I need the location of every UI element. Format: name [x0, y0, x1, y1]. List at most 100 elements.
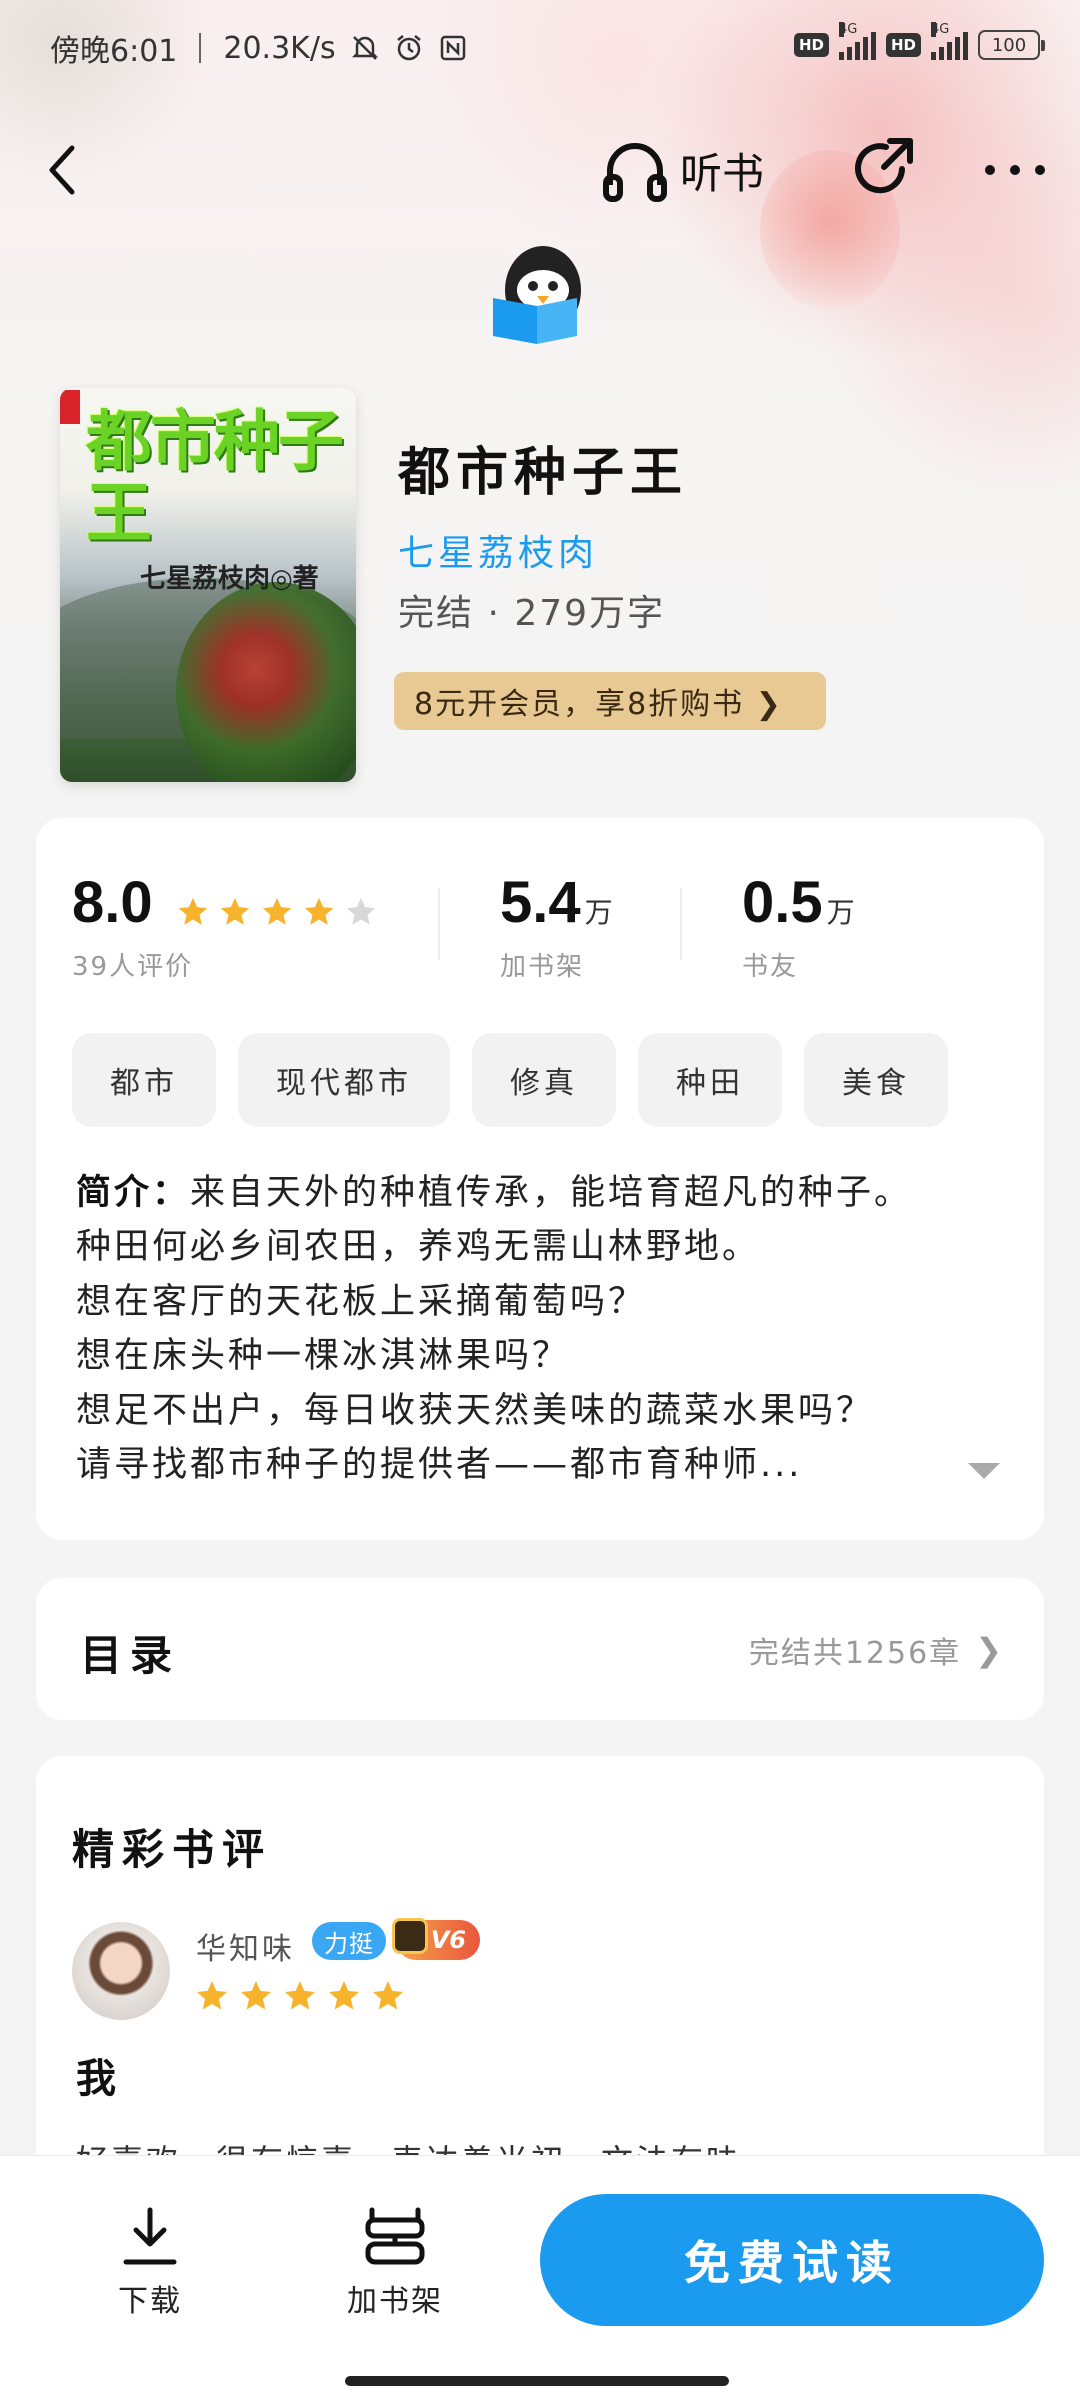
- book-word-count: 279万字: [514, 593, 666, 634]
- book-title: 都市种子王: [398, 443, 689, 503]
- book-author[interactable]: 七星荔枝肉: [398, 524, 598, 576]
- book-info-card: 8.0 39人评价 5.4 万 加书架 0.5 万 书友 都市 现代都市 修真 种田…: [36, 818, 1044, 1540]
- avatar[interactable]: [72, 1922, 170, 2020]
- stat-divider: [438, 888, 440, 960]
- star-filled-icon: [262, 897, 291, 925]
- toc-title: 目录: [80, 1631, 181, 1680]
- back-icon[interactable]: [40, 140, 84, 200]
- status-speed: 20.3K/s: [223, 30, 336, 66]
- star-filled-icon: [241, 1981, 271, 2010]
- star-filled-icon: [197, 1981, 227, 2010]
- intro-label: 简介：: [76, 1173, 191, 1213]
- more-dot: [1010, 165, 1020, 175]
- expand-intro-icon[interactable]: [968, 1463, 1000, 1479]
- toc-info: 完结共1256章 ❯: [749, 1628, 1004, 1672]
- more-dot: [1035, 165, 1045, 175]
- tag-item[interactable]: 美食: [804, 1033, 948, 1127]
- chevron-right-icon: ❯: [975, 1631, 1004, 1669]
- bell-off-icon: [351, 36, 378, 60]
- status-time: 傍晚6:01: [50, 34, 178, 69]
- battery-icon: 100: [978, 30, 1045, 60]
- download-icon: [123, 2207, 177, 2265]
- reviewer-name[interactable]: 华知味: [196, 1924, 295, 1968]
- share-icon[interactable]: [850, 135, 916, 201]
- review-heading[interactable]: 我: [76, 2046, 116, 2104]
- shelf-stat: 5.4 万 加书架: [500, 870, 613, 983]
- level-label: V6: [430, 1926, 466, 1954]
- intro-line: 请寻找都市种子的提供者——都市育种师...: [76, 1445, 803, 1486]
- star-filled-icon: [329, 1981, 359, 2010]
- status-left: 傍晚6:01 20.3K/s: [50, 26, 468, 70]
- more-dot: [985, 165, 995, 175]
- more-options-button[interactable]: [985, 150, 1045, 190]
- tag-list: 都市 现代都市 修真 种田 美食: [72, 1033, 948, 1127]
- tag-item[interactable]: 都市: [72, 1033, 216, 1127]
- hd-badge: HD: [793, 33, 829, 57]
- hd-badge-2: HD: [885, 33, 921, 57]
- shelf-value: 5.4: [500, 870, 581, 935]
- cover-publisher-badge: [60, 390, 80, 424]
- status-right: HD 4G HD 4G 100: [793, 22, 1045, 60]
- star-filled-icon: [220, 897, 249, 925]
- crown-icon: [392, 1918, 428, 1954]
- nfc-icon: [440, 35, 465, 61]
- toc-chapter-count: 完结共1256章: [748, 1636, 962, 1671]
- intro-line: 种田何必乡间农田，养鸡无需山林野地。: [76, 1227, 761, 1268]
- review-stars: [194, 1978, 406, 2014]
- signal-icon-2: 4G: [931, 22, 968, 60]
- friends-stat[interactable]: 0.5 万 书友: [742, 870, 855, 983]
- intro-line: 想足不出户，每日收获天然美味的蔬菜水果吗？: [76, 1390, 875, 1431]
- bottom-action-bar: 下载 加书架 免费试读: [0, 2155, 1080, 2400]
- support-badge: 力挺: [312, 1922, 386, 1960]
- intro-line: 想在客厅的天花板上采摘葡萄吗？: [76, 1281, 647, 1322]
- status-separator: [199, 33, 202, 63]
- friends-value: 0.5: [742, 870, 823, 935]
- table-of-contents-row[interactable]: 目录 完结共1256章 ❯: [36, 1578, 1044, 1720]
- rating-stat[interactable]: 8.0 39人评价: [72, 870, 378, 983]
- download-button[interactable]: 下载: [80, 2206, 220, 2320]
- penguin-reading-icon: [493, 246, 581, 344]
- friends-unit: 万: [826, 896, 855, 929]
- home-indicator[interactable]: [345, 2376, 729, 2386]
- star-filled-icon: [373, 1981, 403, 2010]
- shelf-label: 加书架: [347, 2284, 443, 2319]
- alarm-icon: [396, 35, 421, 61]
- intro-text: 来自天外的种植传承，能培育超凡的种子。: [190, 1173, 913, 1213]
- star-filled-icon: [285, 1981, 315, 2010]
- listen-label: 听书: [680, 148, 765, 198]
- cover-author: 七星荔枝肉◎著: [140, 564, 319, 594]
- star-filled-icon: [178, 897, 207, 925]
- book-status: 完结: [398, 593, 475, 634]
- book-intro[interactable]: 简介：来自天外的种植传承，能培育超凡的种子。 种田何必乡间农田，养鸡无需山林野地…: [76, 1166, 1016, 1492]
- tag-item[interactable]: 修真: [472, 1033, 616, 1127]
- network-type: 4G: [838, 22, 858, 37]
- signal-icon: 4G: [838, 22, 876, 60]
- star-filled-icon: [304, 897, 333, 925]
- network-type-2: 4G: [931, 22, 950, 37]
- rating-stars: [176, 895, 378, 929]
- book-cover[interactable]: 都市种子王 七星荔枝肉◎著: [60, 388, 356, 782]
- shelf-add-icon: [365, 2207, 425, 2265]
- status-bar: 傍晚6:01 20.3K/s HD 4G HD 4G 100: [0, 0, 1080, 100]
- rating-count: 39人评价: [72, 952, 194, 982]
- add-to-shelf-button[interactable]: 加书架: [325, 2206, 465, 2320]
- friends-label: 书友: [742, 952, 799, 982]
- star-empty-icon: [346, 897, 375, 925]
- listen-button[interactable]: 听书: [600, 135, 764, 205]
- free-trial-read-button[interactable]: 免费试读: [540, 2194, 1044, 2326]
- battery-level: 100: [991, 34, 1027, 56]
- tag-item[interactable]: 现代都市: [238, 1033, 450, 1127]
- intro-line: 想在床头种一棵冰淇淋果吗？: [76, 1336, 571, 1377]
- cover-title: 都市种子王: [86, 403, 344, 552]
- book-meta: 完结 · 279万字: [398, 593, 666, 634]
- download-label: 下载: [118, 2284, 182, 2319]
- rating-value: 8.0: [72, 870, 153, 935]
- intro-line: 简介：来自天外的种植传承，能培育超凡的种子。: [76, 1166, 1016, 1220]
- reviews-title: 精彩书评: [72, 1825, 273, 1874]
- tag-item[interactable]: 种田: [638, 1033, 782, 1127]
- vip-promo-banner[interactable]: 8元开会员，享8折购书 ❯: [394, 672, 826, 730]
- shelf-unit: 万: [584, 896, 613, 929]
- stat-divider: [680, 888, 682, 960]
- level-badge: V6: [392, 1918, 480, 1960]
- tag-fade: [964, 1033, 1044, 1127]
